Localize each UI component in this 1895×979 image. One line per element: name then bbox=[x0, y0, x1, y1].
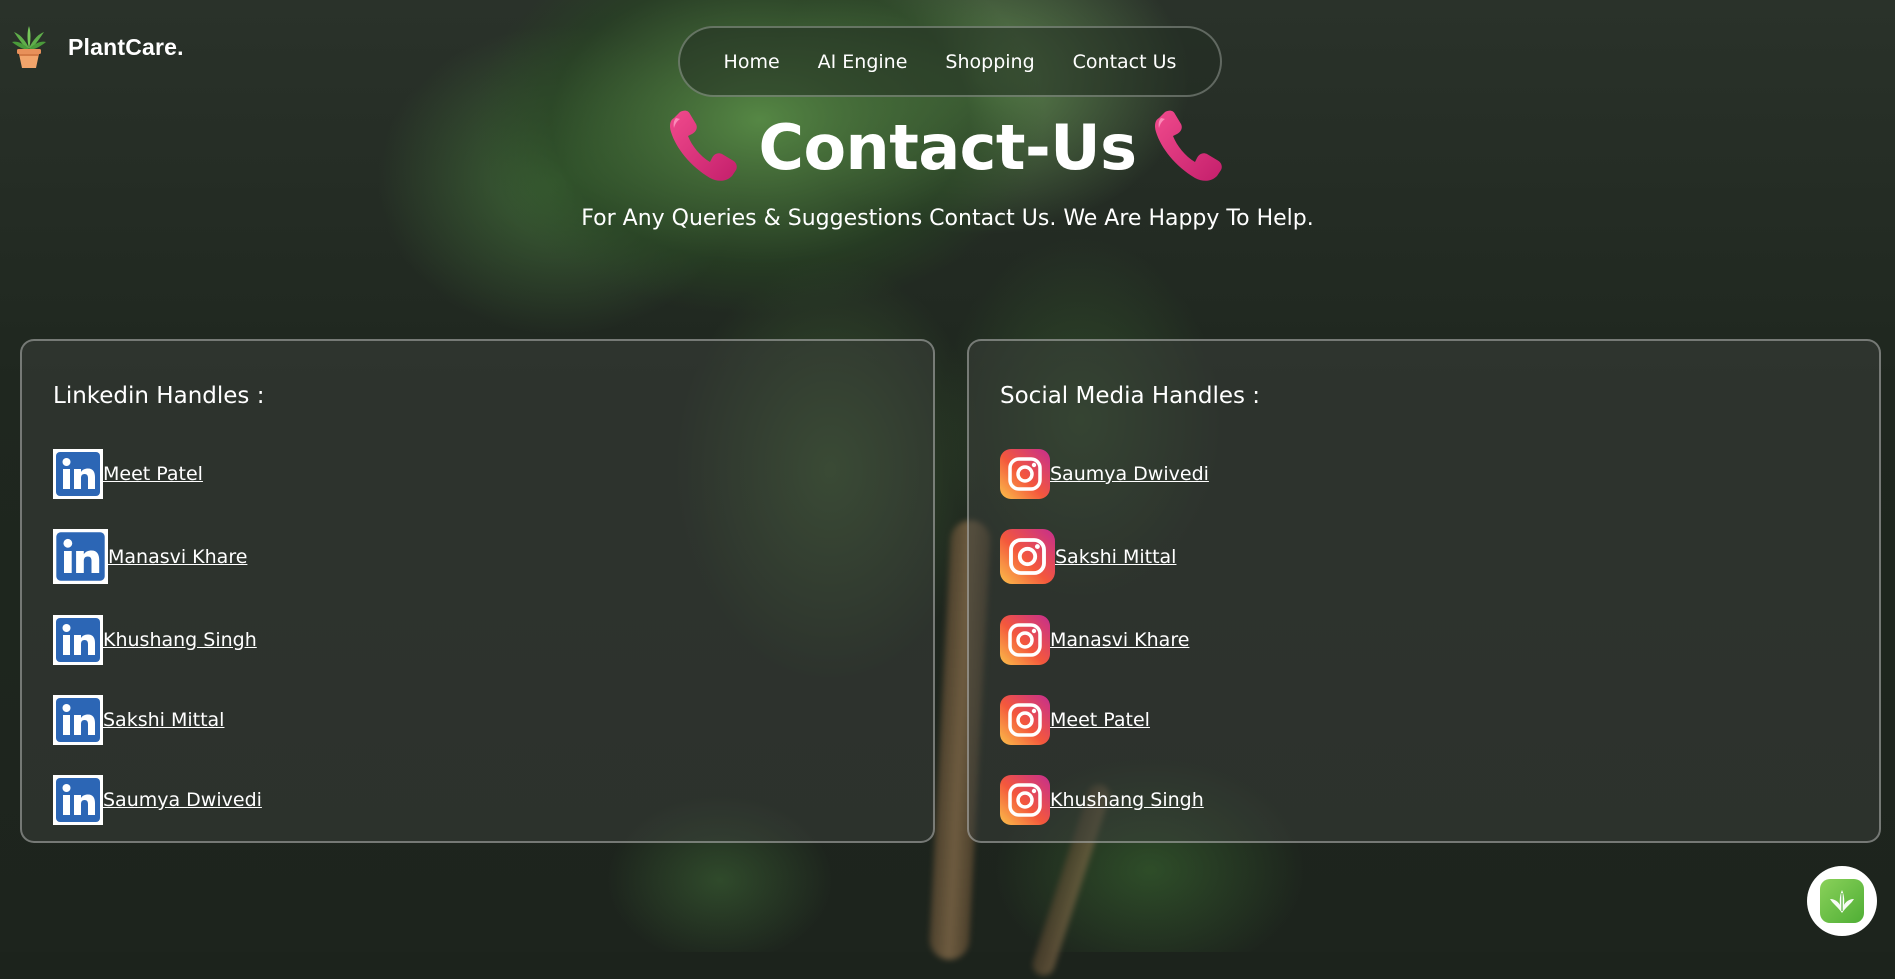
instagram-icon[interactable] bbox=[1000, 449, 1050, 499]
linkedin-item: Sakshi Mittal bbox=[53, 695, 224, 745]
brand-logo[interactable]: PlantCare. bbox=[10, 24, 184, 70]
nav-contact-us[interactable]: Contact Us bbox=[1073, 51, 1177, 73]
potted-plant-icon bbox=[12, 26, 46, 68]
page-subtitle: For Any Queries & Suggestions Contact Us… bbox=[581, 206, 1314, 231]
nav-ai-engine[interactable]: AI Engine bbox=[818, 51, 908, 73]
instagram-icon[interactable] bbox=[1000, 615, 1050, 665]
linkedin-link[interactable]: Saumya Dwivedi bbox=[103, 789, 262, 811]
social-item: Sakshi Mittal bbox=[1000, 529, 1176, 584]
instagram-icon[interactable] bbox=[1000, 529, 1055, 584]
linkedin-item: Saumya Dwivedi bbox=[53, 775, 262, 825]
social-link[interactable]: Saumya Dwivedi bbox=[1050, 463, 1209, 485]
main-nav: Home AI Engine Shopping Contact Us bbox=[678, 26, 1222, 97]
social-media-panel: Social Media Handles : Saumya Dwivedi Sa… bbox=[967, 339, 1881, 843]
linkedin-icon[interactable] bbox=[53, 775, 103, 825]
linkedin-item: Meet Patel bbox=[53, 449, 203, 499]
page-title: Contact-Us bbox=[758, 110, 1137, 184]
leaf-icon-glyph bbox=[1830, 890, 1854, 913]
phone-receiver-icon bbox=[670, 110, 738, 181]
phone-receiver-icon bbox=[1154, 110, 1222, 181]
social-link[interactable]: Khushang Singh bbox=[1050, 789, 1204, 811]
social-item: Meet Patel bbox=[1000, 695, 1150, 745]
social-item: Manasvi Khare bbox=[1000, 615, 1189, 665]
linkedin-link[interactable]: Khushang Singh bbox=[103, 629, 257, 651]
linkedin-panel: Linkedin Handles : Meet Patel Manasvi Kh… bbox=[20, 339, 935, 843]
social-media-heading: Social Media Handles : bbox=[1000, 383, 1261, 409]
social-item: Saumya Dwivedi bbox=[1000, 449, 1209, 499]
linkedin-heading: Linkedin Handles : bbox=[53, 383, 265, 409]
nav-home[interactable]: Home bbox=[724, 51, 780, 73]
linkedin-icon[interactable] bbox=[53, 695, 103, 745]
linkedin-icon[interactable] bbox=[53, 529, 108, 584]
social-link[interactable]: Meet Patel bbox=[1050, 709, 1150, 731]
linkedin-item: Manasvi Khare bbox=[53, 529, 247, 584]
social-link[interactable]: Manasvi Khare bbox=[1050, 629, 1189, 651]
linkedin-item: Khushang Singh bbox=[53, 615, 257, 665]
leaf-icon bbox=[1820, 879, 1864, 923]
chatbot-button[interactable] bbox=[1807, 866, 1877, 936]
instagram-icon[interactable] bbox=[1000, 775, 1050, 825]
linkedin-icon[interactable] bbox=[53, 449, 103, 499]
linkedin-link[interactable]: Meet Patel bbox=[103, 463, 203, 485]
linkedin-link[interactable]: Sakshi Mittal bbox=[103, 709, 224, 731]
brand-name: PlantCare. bbox=[68, 33, 184, 60]
instagram-icon[interactable] bbox=[1000, 695, 1050, 745]
linkedin-link[interactable]: Manasvi Khare bbox=[108, 546, 247, 568]
page-heading: Contact-Us bbox=[0, 108, 1895, 186]
social-item: Khushang Singh bbox=[1000, 775, 1204, 825]
linkedin-icon[interactable] bbox=[53, 615, 103, 665]
social-link[interactable]: Sakshi Mittal bbox=[1055, 546, 1176, 568]
nav-shopping[interactable]: Shopping bbox=[945, 51, 1034, 73]
